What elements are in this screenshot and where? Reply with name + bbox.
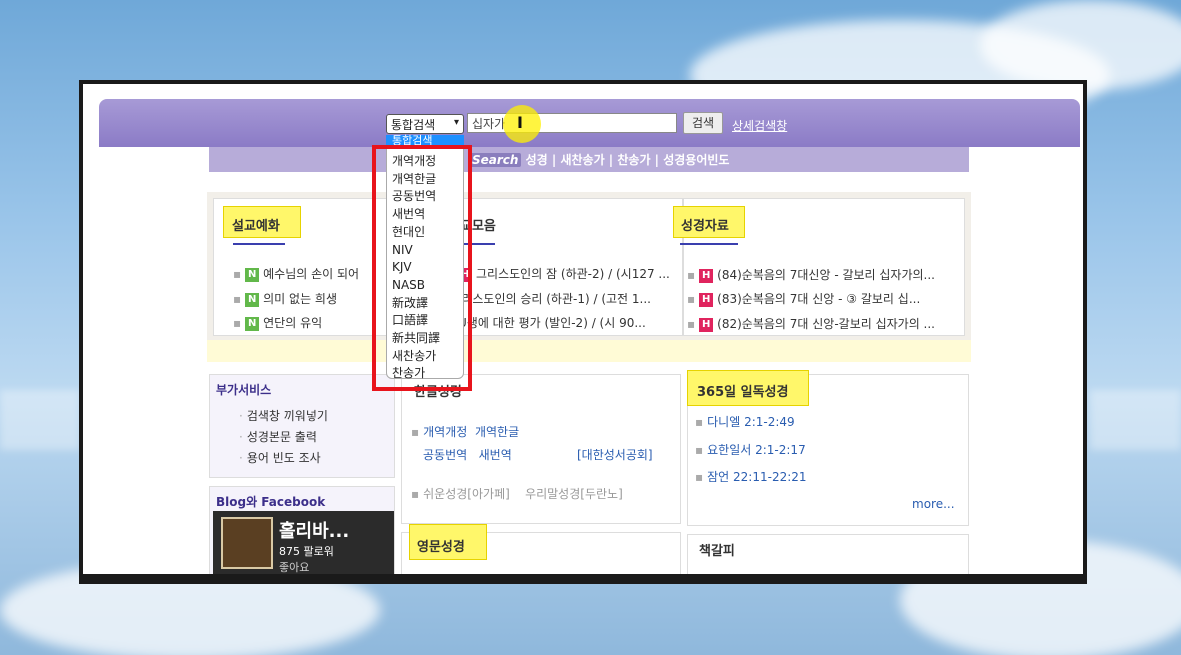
search-button[interactable]: 검색 — [683, 112, 723, 134]
facebook-widget[interactable]: 홀리바... 875 팔로워 좋아요 — [213, 511, 394, 574]
list-item[interactable]: ▪ 잠언 22:11-22:21 — [695, 468, 807, 485]
tab-underline — [233, 243, 285, 245]
notice-strip — [207, 340, 971, 362]
advanced-search-link[interactable]: 상세검색창 — [732, 117, 787, 134]
korean-bible-links[interactable]: ▪ 쉬운성경[아가페] 우리말성경[두란노] — [411, 485, 623, 502]
like-label: 좋아요 — [279, 561, 310, 574]
list-item[interactable]: ▪ 요한일서 2:1-2:17 — [695, 441, 806, 458]
publisher-label[interactable]: [대한성서공회] — [577, 446, 653, 463]
screenshot-frame: 통합검색 ▾ 십자가 I 검색 상세검색창 Search 성경 | 새찬송가 |… — [79, 80, 1087, 584]
list-item[interactable]: ▪ H (84)순복음의 7대신앙 - 갈보리 십자가의... — [687, 266, 935, 283]
tab-underline — [680, 243, 738, 245]
extra-service-link[interactable]: · 성경본문 출력 — [239, 428, 317, 445]
list-item[interactable]: l리스도인의 승리 (하관-1) / (고전 1... — [458, 290, 651, 307]
list-item[interactable]: H 그리스도인의 잠 (하관-2) / (시127 ... — [458, 265, 670, 282]
list-item[interactable]: ▪ 다니엘 2:1-2:49 — [695, 413, 795, 430]
text-cursor-icon: I — [517, 113, 523, 132]
list-item[interactable]: ▪ N 의미 없는 희생 — [233, 290, 337, 307]
new-badge: N — [245, 267, 260, 282]
search-tag: Search — [469, 153, 522, 167]
korean-bible-links[interactable]: ▪ 개역개정 개역한글 — [411, 423, 519, 440]
bookmark-title: 책갈피 — [699, 544, 735, 559]
page-thumbnail — [221, 517, 273, 569]
subnav-items[interactable]: 성경 | 새찬송가 | 찬송가 | 성경용어빈도 — [526, 153, 730, 167]
english-bible-title: 영문성경 — [417, 540, 465, 555]
sermon-panel-title[interactable]: 설교예화 — [232, 215, 280, 234]
list-item[interactable]: U생에 대한 평가 (발인-2) / (시 90... — [458, 314, 646, 331]
hot-badge: H — [699, 268, 714, 283]
bible-panel-title[interactable]: 성경자료 — [681, 215, 729, 234]
light-beam-decoration — [1090, 390, 1181, 450]
daily-reading-title: 365일 일독성경 — [697, 385, 789, 400]
list-item[interactable]: ▪ H (82)순복음의 7대 신앙-갈보리 십자가의 ... — [687, 315, 935, 332]
followers-count: 875 팔로워 — [279, 545, 334, 558]
new-badge: N — [245, 316, 260, 331]
list-item[interactable]: ▪ H (83)순복음의 7대 신앙 - ③ 갈보리 십... — [687, 290, 920, 307]
page-name: 홀리바... — [279, 521, 350, 542]
korean-bible-links[interactable]: 공동번역 새번역 — [423, 446, 512, 463]
hot-badge: H — [699, 317, 714, 332]
list-item[interactable]: ▪ N 예수님의 손이 되어 — [233, 265, 359, 282]
extra-services-title: 부가서비스 — [216, 383, 272, 397]
annotation-red-box — [372, 145, 472, 391]
subnav-links[interactable]: Search 성경 | 새찬송가 | 찬송가 | 성경용어빈도 — [469, 151, 729, 168]
search-type-select[interactable]: 통합검색 ▾ — [386, 114, 464, 134]
search-input[interactable]: 십자가 — [467, 113, 677, 133]
more-link[interactable]: more... — [912, 497, 955, 511]
new-badge: N — [245, 292, 260, 307]
chevron-down-icon: ▾ — [453, 117, 459, 128]
blog-title: Blog와 Facebook — [216, 495, 326, 509]
hot-badge: H — [699, 292, 714, 307]
list-item[interactable]: ▪ N 연단의 유익 — [233, 314, 322, 331]
light-beam-decoration — [0, 390, 80, 450]
web-page: 통합검색 ▾ 십자가 I 검색 상세검색창 Search 성경 | 새찬송가 |… — [83, 84, 1083, 574]
extra-service-link[interactable]: · 용어 빈도 조사 — [239, 449, 321, 466]
extra-service-link[interactable]: · 검색창 끼워넣기 — [239, 407, 328, 424]
